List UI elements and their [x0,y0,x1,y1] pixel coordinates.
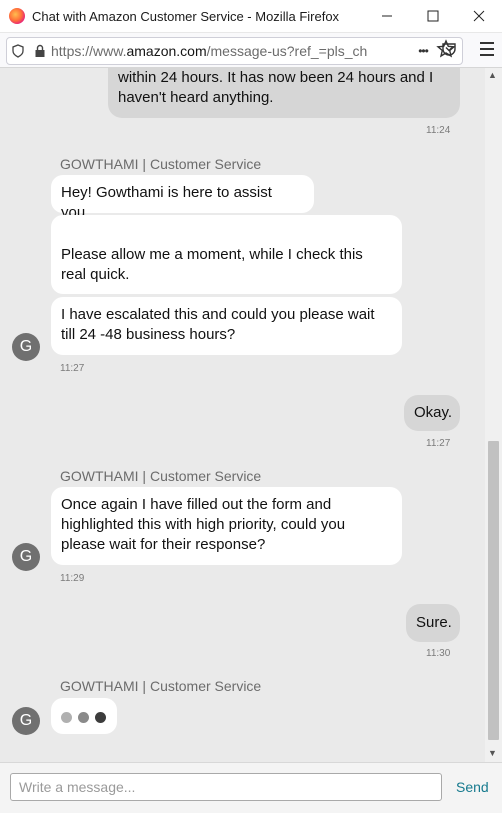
agent-avatar: G [12,707,40,735]
url-text[interactable]: https://www.amazon.com/message-us?ref_=p… [51,43,410,59]
message-line: haven't heard anything. [118,89,274,106]
agent-avatar: G [12,333,40,361]
message-text: Sure. [416,614,452,631]
typing-indicator [51,698,117,734]
close-button[interactable] [456,0,502,32]
url-path: /message-us?ref_=pls_ch [206,43,368,59]
agent-avatar: G [12,543,40,571]
lock-icon[interactable] [29,38,51,64]
minimize-button[interactable] [364,0,410,32]
window-title: Chat with Amazon Customer Service - Mozi… [32,8,340,24]
message-timestamp: 11:24 [426,125,451,136]
url-domain: amazon.com [126,43,207,59]
user-message: Sure. [406,604,460,642]
agent-message: Hey! Gowthami is here to assist you. [51,175,314,221]
message-line: within 24 hours. It has now been 24 hour… [118,69,434,86]
message-input[interactable] [10,773,442,801]
url-prefix: https://www. [51,43,127,59]
send-button[interactable]: Send [456,779,489,795]
star-icon[interactable] [436,39,456,64]
scroll-down-arrow-icon[interactable]: ▼ [488,748,497,758]
minimize-icon [382,15,392,17]
address-bar[interactable]: https://www.amazon.com/message-us?ref_=p… [6,37,463,65]
message-timestamp: 11:30 [426,648,451,659]
chat-scrollbar[interactable]: ▲ ▼ [485,68,502,762]
agent-message: Please allow me a moment, while I check … [51,215,402,294]
typing-dot [78,712,89,723]
message-line: real quick. [61,266,130,283]
agent-name: GOWTHAMI | Customer Service [60,468,262,484]
typing-dot [95,712,106,723]
hamburger-menu-icon[interactable] [480,42,494,60]
message-line: Please allow me a moment, while I check … [61,246,363,263]
message-composer: Send [0,762,502,813]
maximize-icon [427,10,439,22]
user-message: Okay. [404,395,460,431]
firefox-logo-icon [9,8,25,24]
message-line: Once again I have filled out the form an… [61,496,332,513]
window-controls [364,0,502,32]
window-titlebar: Chat with Amazon Customer Service - Mozi… [0,0,502,33]
message-text: Okay. [414,404,453,421]
navigation-toolbar: https://www.amazon.com/message-us?ref_=p… [0,33,502,68]
user-message: within 24 hours. It has now been 24 hour… [108,68,460,118]
page-actions-button[interactable]: ••• [410,44,436,58]
message-line: I have escalated this and could you plea… [61,306,375,323]
message-line: highlighted this with high priority, cou… [61,516,346,533]
agent-message: I have escalated this and could you plea… [51,297,402,355]
agent-message: Once again I have filled out the form an… [51,487,402,565]
message-timestamp: 11:29 [60,573,85,584]
scroll-thumb[interactable] [488,441,499,740]
scroll-up-arrow-icon[interactable]: ▲ [488,70,497,80]
maximize-button[interactable] [410,0,456,32]
message-timestamp: 11:27 [60,363,85,374]
message-line: till 24 -48 business hours? [61,326,236,343]
agent-name: GOWTHAMI | Customer Service [60,678,262,694]
typing-dot [61,712,72,723]
close-icon [473,10,485,22]
chat-transcript[interactable]: within 24 hours. It has now been 24 hour… [0,68,485,762]
shield-icon[interactable] [7,38,29,64]
message-timestamp: 11:27 [426,438,451,449]
message-line: please wait for their response? [61,536,266,553]
agent-name: GOWTHAMI | Customer Service [60,156,262,172]
